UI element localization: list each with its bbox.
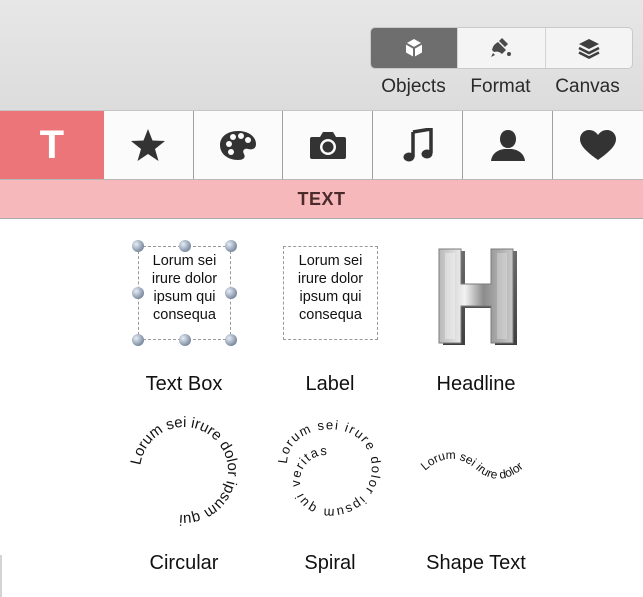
text-items-grid: Lorum sei irure dolor ipsum qui consequa… xyxy=(0,219,643,597)
resize-handle xyxy=(132,334,144,346)
format-button[interactable] xyxy=(457,28,544,68)
canvas-label[interactable]: Canvas xyxy=(544,76,631,98)
tab-photos[interactable] xyxy=(283,111,374,179)
music-note-icon xyxy=(403,128,433,162)
section-title: TEXT xyxy=(0,180,643,219)
layers-icon xyxy=(578,39,600,59)
heart-icon xyxy=(580,130,617,160)
headline-h-graphic xyxy=(438,248,517,345)
label-thumbnail: Lorum sei irure dolor ipsum qui consequa xyxy=(257,237,403,347)
top-toolbar: Objects Format Canvas xyxy=(0,0,643,111)
svg-text:Lorum sei irure dolor ipsum qu: Lorum sei irure dolor ipsum qui veritas xyxy=(275,417,384,521)
spiral-sample: Lorum sei irure dolor ipsum qui veritas xyxy=(275,417,383,521)
canvas-button[interactable] xyxy=(544,28,632,68)
tab-music[interactable] xyxy=(373,111,464,179)
camera-icon xyxy=(309,132,346,159)
tab-people[interactable] xyxy=(463,111,554,179)
headline-thumbnail: H xyxy=(403,237,549,347)
category-tabs: T xyxy=(0,111,643,180)
resize-handle xyxy=(179,240,191,252)
label-sample: Lorum sei irure dolor ipsum qui consequa xyxy=(283,246,378,340)
objects-label[interactable]: Objects xyxy=(370,76,457,98)
circular-caption: Circular xyxy=(149,552,219,574)
resize-handle xyxy=(132,287,144,299)
circular-sample: Lorum sei irure dolor ipsum qui xyxy=(127,414,241,528)
shape-text-caption: Shape Text xyxy=(426,552,526,574)
circular-thumbnail: Lorum sei irure dolor ipsum qui xyxy=(111,414,257,528)
label-caption: Label xyxy=(305,373,355,395)
cube-icon xyxy=(405,39,423,57)
resize-handle xyxy=(225,334,237,346)
resize-handle xyxy=(225,287,237,299)
spiral-thumbnail: Lorum sei irure dolor ipsum qui veritas xyxy=(257,416,403,526)
text-box-sample: Lorum sei irure dolor ipsum qui consequa xyxy=(138,246,231,340)
circular-text-graphic: Lorum sei irure dolor ipsum qui xyxy=(127,414,241,528)
svg-text:Lorum sei irure dolor: Lorum sei irure dolor xyxy=(418,448,526,482)
resize-handle xyxy=(132,240,144,252)
text-box-thumbnail: Lorum sei irure dolor ipsum qui consequa xyxy=(111,237,257,347)
inspector-segmented-control xyxy=(370,27,633,69)
palette-icon xyxy=(220,131,257,160)
person-icon xyxy=(490,130,525,161)
shape-text-thumbnail: Lorum sei irure dolor xyxy=(403,416,549,526)
tab-colors[interactable] xyxy=(193,111,284,179)
star-icon xyxy=(131,129,166,161)
paint-brush-icon xyxy=(491,38,512,57)
objects-button[interactable] xyxy=(371,28,458,68)
window-edge xyxy=(0,555,2,597)
tab-favorites[interactable] xyxy=(553,111,643,179)
resize-handle xyxy=(225,240,237,252)
text-box-caption: Text Box xyxy=(145,373,223,395)
shape-text-sample: Lorum sei irure dolor xyxy=(418,448,526,482)
resize-handle xyxy=(179,334,191,346)
svg-text:Lorum sei irure dolor ipsum qu: Lorum sei irure dolor ipsum qui xyxy=(127,416,241,526)
spiral-text-graphic: Lorum sei irure dolor ipsum qui veritas xyxy=(275,417,384,521)
spiral-caption: Spiral xyxy=(304,552,356,574)
headline-caption: Headline xyxy=(436,373,516,395)
text-icon: T xyxy=(39,122,65,167)
shape-text-graphic: Lorum sei irure dolor xyxy=(418,448,526,482)
format-label[interactable]: Format xyxy=(457,76,544,98)
tab-shapes[interactable] xyxy=(103,111,194,179)
tab-text[interactable]: T xyxy=(0,111,104,179)
